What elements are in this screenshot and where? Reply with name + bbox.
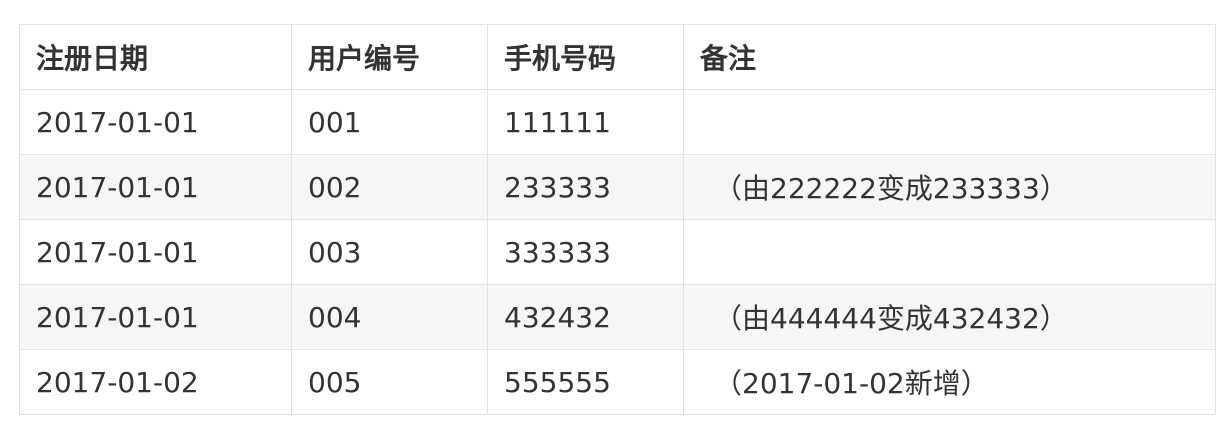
user-phone-table: 注册日期 用户编号 手机号码 备注 2017-01-01 001 111111 … bbox=[19, 24, 1216, 415]
table-row: 2017-01-02 005 555555 （2017-01-02新增） bbox=[19, 349, 1216, 415]
header-user-id: 用户编号 bbox=[291, 24, 488, 90]
table-row: 2017-01-01 003 333333 bbox=[19, 219, 1216, 285]
header-register-date: 注册日期 bbox=[19, 24, 292, 90]
cell-register-date: 2017-01-02 bbox=[19, 349, 292, 415]
cell-register-date: 2017-01-01 bbox=[19, 284, 292, 350]
header-note: 备注 bbox=[683, 24, 1216, 90]
cell-phone-number: 555555 bbox=[487, 349, 684, 415]
cell-register-date: 2017-01-01 bbox=[19, 219, 292, 285]
cell-user-id: 005 bbox=[291, 349, 488, 415]
cell-user-id: 003 bbox=[291, 219, 488, 285]
user-table-container: 注册日期 用户编号 手机号码 备注 2017-01-01 001 111111 … bbox=[19, 24, 1216, 415]
table-row: 2017-01-01 002 233333 （由222222变成233333） bbox=[19, 154, 1216, 220]
cell-note: （2017-01-02新增） bbox=[683, 349, 1216, 415]
cell-user-id: 001 bbox=[291, 89, 488, 155]
header-phone-number: 手机号码 bbox=[487, 24, 684, 90]
table-row: 2017-01-01 004 432432 （由444444变成432432） bbox=[19, 284, 1216, 350]
table-row: 2017-01-01 001 111111 bbox=[19, 89, 1216, 155]
cell-phone-number: 333333 bbox=[487, 219, 684, 285]
cell-register-date: 2017-01-01 bbox=[19, 89, 292, 155]
cell-note bbox=[683, 219, 1216, 285]
cell-phone-number: 111111 bbox=[487, 89, 684, 155]
cell-note bbox=[683, 89, 1216, 155]
cell-note: （由444444变成432432） bbox=[683, 284, 1216, 350]
cell-phone-number: 233333 bbox=[487, 154, 684, 220]
cell-user-id: 002 bbox=[291, 154, 488, 220]
table-header-row: 注册日期 用户编号 手机号码 备注 bbox=[19, 24, 1216, 90]
cell-register-date: 2017-01-01 bbox=[19, 154, 292, 220]
cell-note: （由222222变成233333） bbox=[683, 154, 1216, 220]
cell-phone-number: 432432 bbox=[487, 284, 684, 350]
cell-user-id: 004 bbox=[291, 284, 488, 350]
